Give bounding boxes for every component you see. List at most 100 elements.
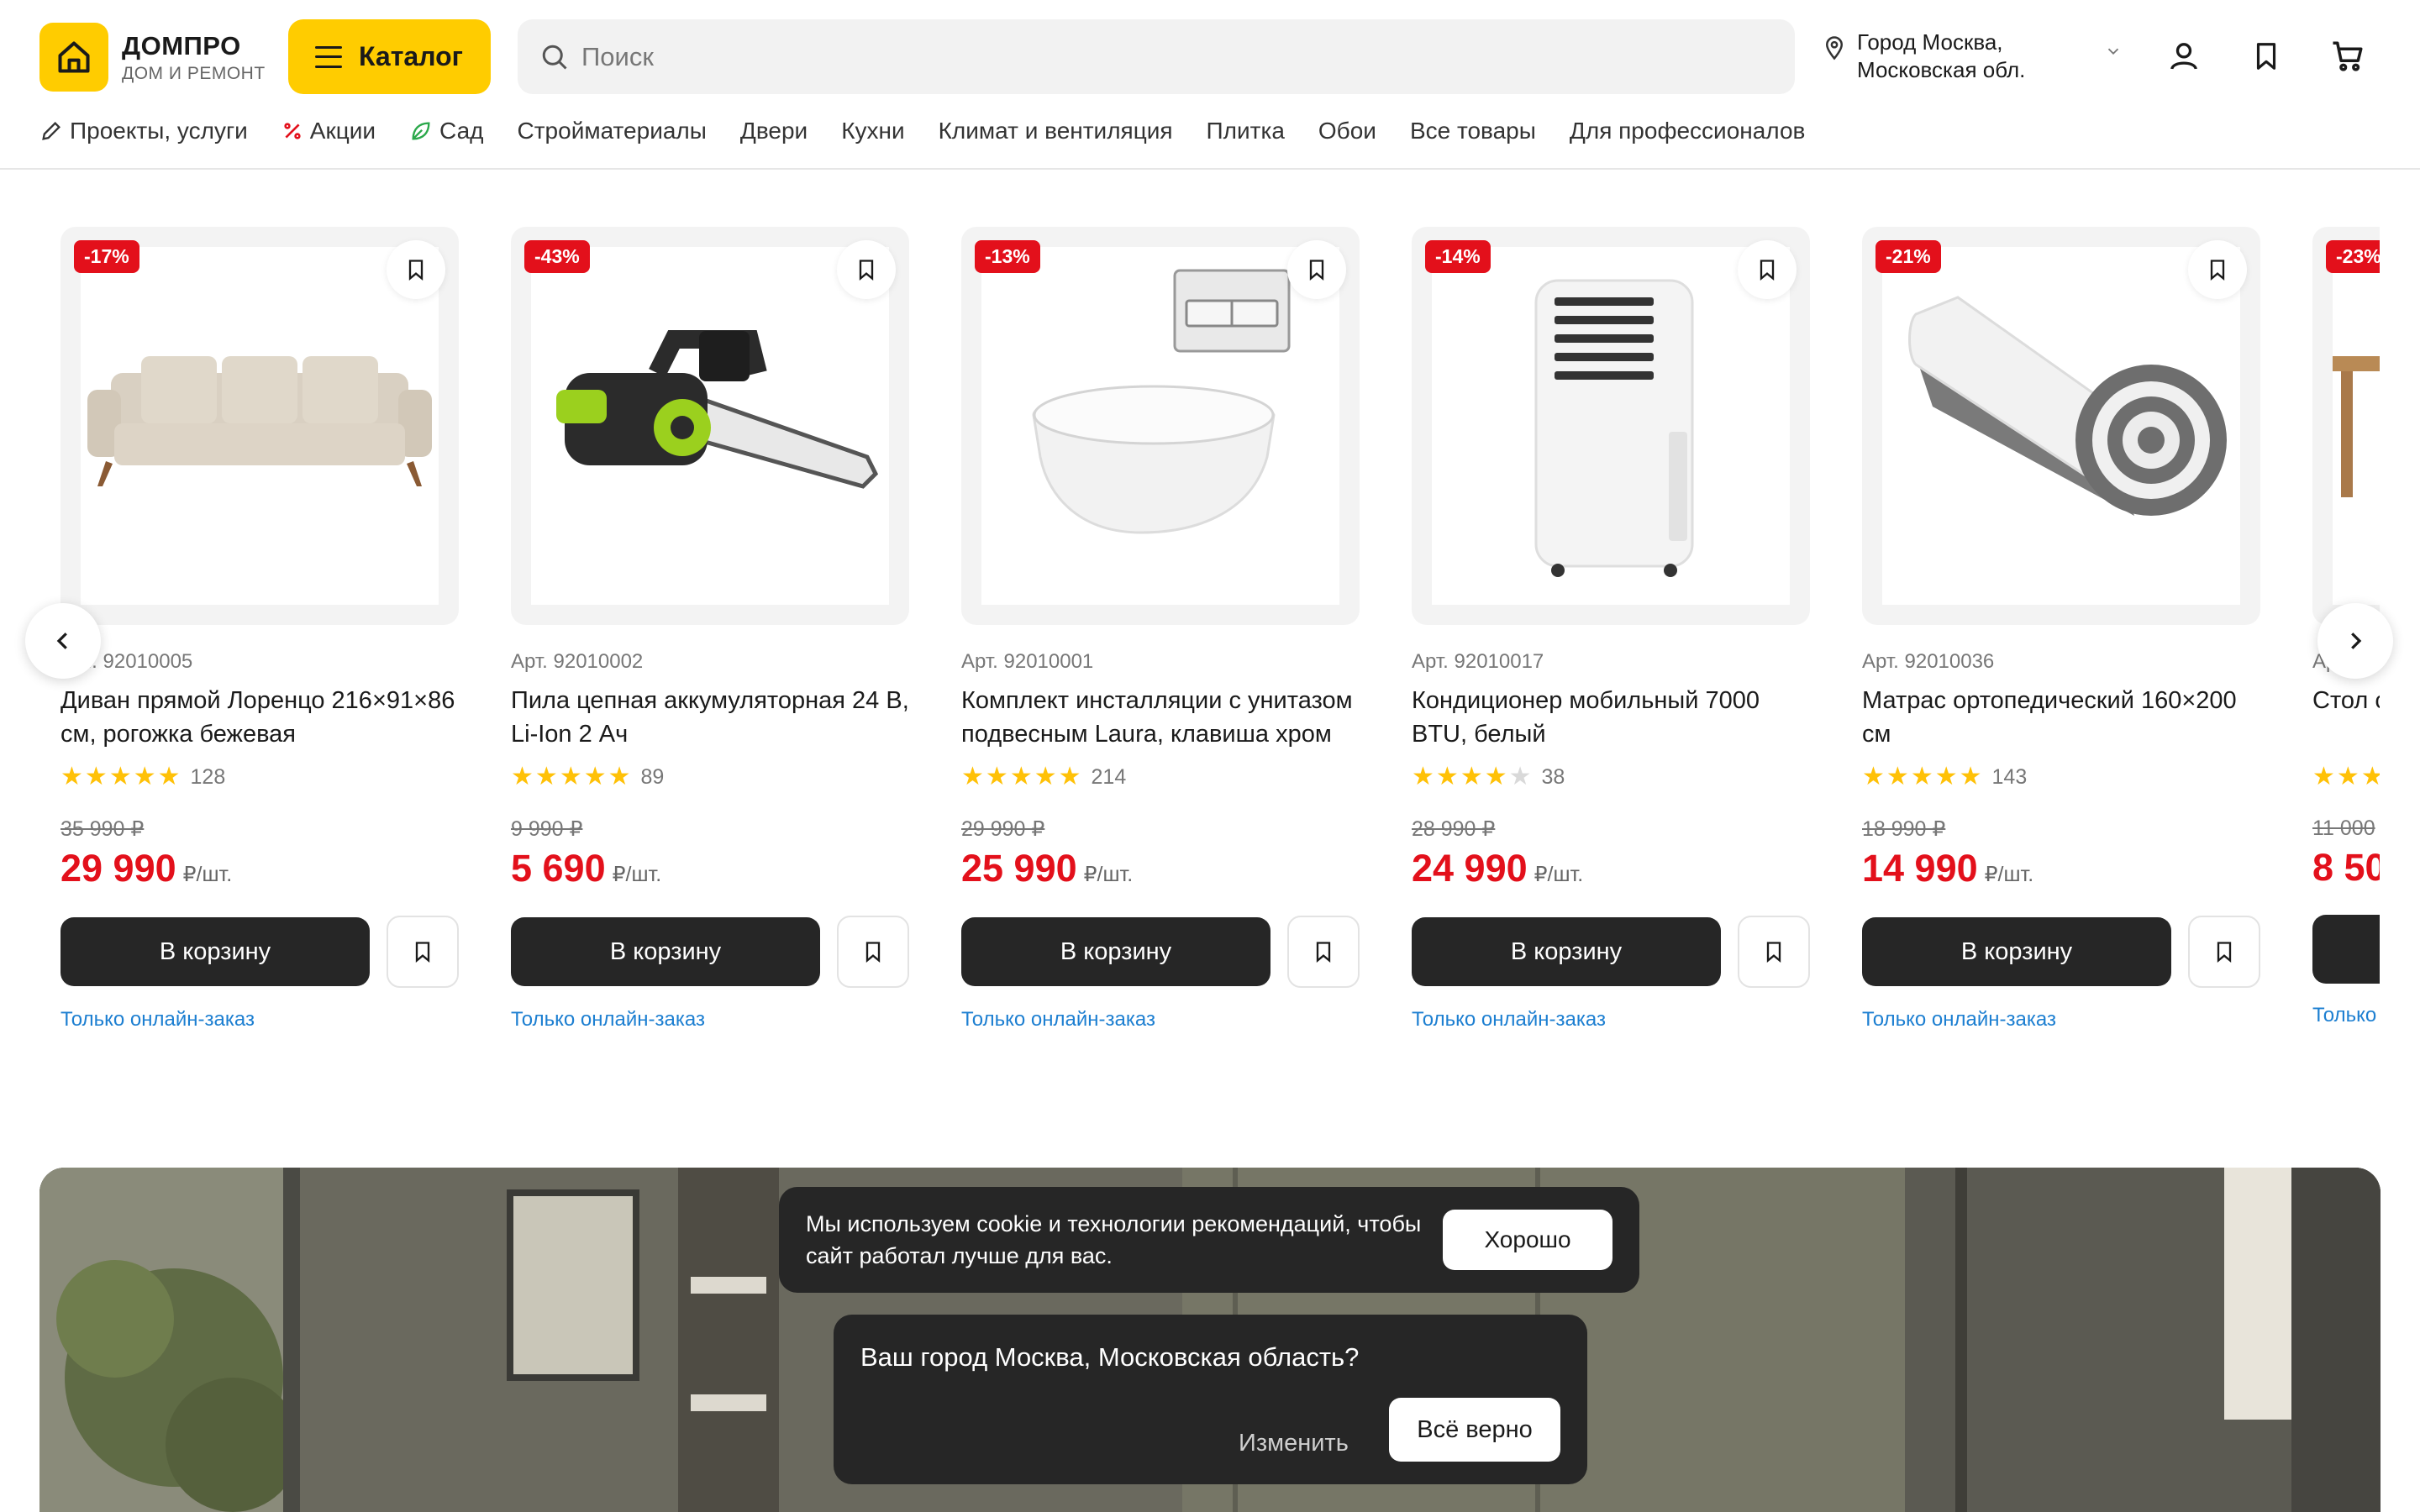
product-sku: Арт. 92010002 <box>511 650 644 673</box>
add-to-cart-button[interactable]: В корзину <box>1412 917 1721 986</box>
add-to-cart-button[interactable]: В корзину <box>1862 917 2171 986</box>
review-count: 128 <box>190 764 226 789</box>
bookmark-icon[interactable] <box>2245 35 2287 77</box>
bookmark-button[interactable] <box>1738 916 1810 988</box>
add-to-cart-button[interactable]: В корзину <box>60 917 370 986</box>
nav-item-professionals[interactable]: Для профессионалов <box>1570 118 1806 144</box>
discount-badge: -17% <box>74 240 139 273</box>
bookmark-button[interactable] <box>837 916 909 988</box>
carousel-prev-button[interactable] <box>25 603 101 679</box>
nav-label: Все товары <box>1409 118 1536 144</box>
discount-badge: -23% <box>2326 240 2380 273</box>
bookmark-button[interactable] <box>2188 916 2260 988</box>
bookmark-button[interactable] <box>1287 916 1360 988</box>
city-confirm-popup: Ваш город Москва, Московская область? Из… <box>834 1315 1587 1484</box>
menu-icon <box>315 45 342 68</box>
product-image[interactable]: -13% <box>961 227 1360 625</box>
old-price: 28 990 ₽ <box>1412 817 1496 841</box>
logo-subtitle: ДОМ И РЕМОНТ <box>122 63 266 83</box>
product-title[interactable]: Кондиционер мобильный 7000 BTU, белый <box>1412 684 1810 751</box>
online-only-link[interactable]: Только онлайн-заказ <box>60 1008 459 1032</box>
product-image[interactable]: -17% <box>60 227 459 625</box>
search-input[interactable] <box>581 41 1758 72</box>
product-title[interactable]: Матрас ортопедический 160×200 см <box>1862 684 2260 751</box>
product-card[interactable]: -17% Арт. 92010005 Диван прямой Лоренцо … <box>60 227 459 1067</box>
online-only-link[interactable]: Только <box>2312 1004 2380 1027</box>
online-only-link[interactable]: Только онлайн-заказ <box>1862 1008 2260 1032</box>
product-title[interactable]: Комплект инсталляции с унитазом подвесны… <box>961 684 1360 751</box>
site-header: ДОМПРО ДОМ И РЕМОНТ Каталог Город Москва… <box>0 0 2420 170</box>
product-rating: ★ ★ ★ ★ ★ 128 <box>60 764 459 790</box>
star-icons: ★ ★ ★ ★ ★ <box>1412 763 1532 790</box>
bookmark-icon[interactable] <box>1287 240 1346 299</box>
nav-item-sales[interactable]: Акции <box>281 118 376 144</box>
nav-item-projects[interactable]: Проекты, услуги <box>39 118 248 144</box>
nav-label: Проекты, услуги <box>70 118 248 144</box>
product-card[interactable]: -43% Арт. 92010002 Пила цепная аккумулят… <box>511 227 909 1067</box>
cart-icon[interactable] <box>2327 35 2369 77</box>
star-icons: ★ ★ ★ <box>2312 763 2380 790</box>
chevron-left-icon <box>56 633 67 649</box>
price-unit: ₽/шт. <box>1534 863 1584 886</box>
discount-badge: -43% <box>524 240 590 273</box>
product-card[interactable]: -14% Арт. 92010017 Кондиционер мобильный… <box>1412 227 1810 1067</box>
carousel-next-button[interactable] <box>2317 603 2393 679</box>
bookmark-button[interactable] <box>387 916 459 988</box>
product-image[interactable]: -43% <box>511 227 909 625</box>
toilet-image <box>1032 269 1291 534</box>
price: 29 990 <box>60 847 176 890</box>
product-card[interactable]: -13% Арт. 92010001 Комплект инсталляции … <box>961 227 1360 1067</box>
nav-item-building-materials[interactable]: Стройматериалы <box>518 118 707 144</box>
online-only-link[interactable]: Только онлайн-заказ <box>1412 1008 1810 1032</box>
nav-item-wallpaper[interactable]: Обои <box>1318 118 1376 144</box>
product-title[interactable]: Диван прямой Лоренцо 216×91×86 см, рогож… <box>60 684 459 751</box>
chainsaw-image <box>556 330 879 489</box>
product-image[interactable]: -14% <box>1412 227 1810 625</box>
bookmark-icon[interactable] <box>387 240 445 299</box>
price: 5 690 <box>511 847 606 890</box>
online-only-link[interactable]: Только онлайн-заказ <box>961 1008 1360 1032</box>
product-image[interactable]: -23% <box>2312 227 2380 625</box>
product-card[interactable]: -21% Арт. 92010036 Матрас ортопедический… <box>1862 227 2260 1067</box>
price: 24 990 <box>1412 847 1528 890</box>
product-image[interactable]: -21% <box>1862 227 2260 625</box>
nav-item-doors[interactable]: Двери <box>740 118 808 144</box>
nav-item-climate[interactable]: Климат и вентиляция <box>939 118 1173 144</box>
city-selector[interactable]: Город Москва, Московская обл. <box>1822 29 2124 87</box>
product-title[interactable]: Пила цепная аккумуляторная 24 В, Li-Ion … <box>511 684 909 751</box>
add-to-cart-button[interactable]: В корзину <box>511 917 820 986</box>
bookmark-icon[interactable] <box>837 240 896 299</box>
product-title[interactable]: Стол с см, ду <box>2312 684 2380 751</box>
bookmark-icon <box>1766 942 1781 963</box>
add-to-cart-button[interactable]: В корзину <box>961 917 1270 986</box>
catalog-button[interactable]: Каталог <box>288 19 491 94</box>
confirm-city-button[interactable]: Всё верно <box>1389 1398 1560 1462</box>
logo[interactable]: ДОМПРО ДОМ И РЕМОНТ <box>39 23 266 92</box>
nav-item-garden[interactable]: Сад <box>409 118 484 144</box>
discount-badge: -21% <box>1876 240 1941 273</box>
cookie-accept-button[interactable]: Хорошо <box>1443 1210 1612 1270</box>
nav-label: Стройматериалы <box>517 118 707 144</box>
nav-item-tiles[interactable]: Плитка <box>1207 118 1285 144</box>
chevron-down-icon <box>2107 48 2119 55</box>
discount-badge: -13% <box>975 240 1040 273</box>
mattress-roll-image <box>1908 296 2227 516</box>
bookmark-icon <box>2217 942 2232 963</box>
search-bar[interactable] <box>518 19 1795 94</box>
bookmark-icon[interactable] <box>2188 240 2247 299</box>
price-unit: ₽/шт. <box>182 863 233 886</box>
bookmark-icon[interactable] <box>1738 240 1797 299</box>
change-city-button[interactable]: Изменить <box>1239 1413 1349 1473</box>
old-price: 9 990 ₽ <box>511 817 583 841</box>
star-icons: ★ ★ ★ ★ ★ <box>1862 763 1982 790</box>
product-rating: ★ ★ ★ <box>2312 764 2380 790</box>
catalog-label: Каталог <box>359 41 463 71</box>
pencil-icon <box>42 122 60 140</box>
star-icons: ★ ★ ★ ★ ★ <box>511 763 631 790</box>
online-only-link[interactable]: Только онлайн-заказ <box>511 1008 909 1032</box>
nav-label: Сад <box>439 118 484 144</box>
add-to-cart-button[interactable] <box>2312 915 2380 984</box>
nav-item-kitchens[interactable]: Кухни <box>841 118 904 144</box>
nav-item-all-goods[interactable]: Все товары <box>1410 118 1536 144</box>
user-icon[interactable] <box>2163 35 2205 77</box>
